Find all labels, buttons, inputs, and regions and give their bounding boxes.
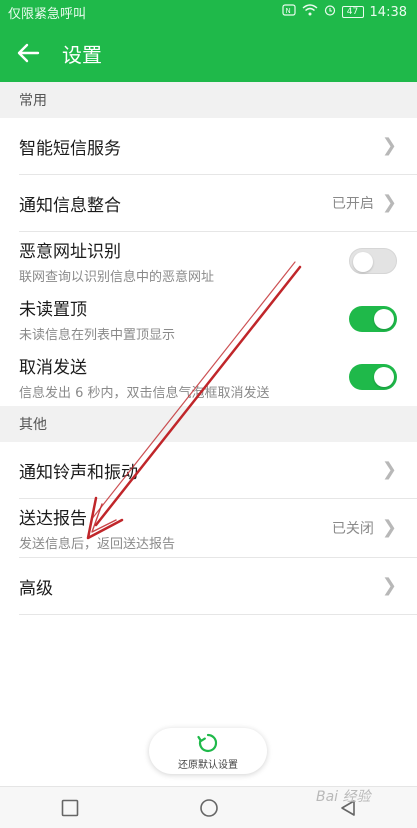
setting-label: 智能短信服务 (19, 138, 121, 159)
restore-defaults-button[interactable]: 还原默认设置 (149, 728, 267, 774)
malicious-url-toggle[interactable] (349, 248, 397, 274)
home-button[interactable] (189, 788, 229, 828)
circle-icon (199, 798, 218, 817)
setting-description: 发送信息后，返回送达报告 (19, 537, 176, 552)
setting-notification-merge[interactable]: 通知信息整合 已开启 ❯ (0, 175, 417, 231)
setting-label: 通知铃声和振动 (19, 462, 138, 483)
setting-malicious-url: 恶意网址识别 联网查询以识别信息中的恶意网址 (0, 232, 417, 290)
refresh-icon (197, 733, 218, 752)
chevron-right-icon: ❯ (381, 517, 397, 538)
chevron-right-icon: ❯ (381, 575, 397, 596)
chevron-right-icon: ❯ (381, 192, 397, 213)
back-nav-button[interactable] (328, 788, 368, 828)
setting-label: 未读置顶 (19, 300, 87, 320)
setting-label: 取消发送 (19, 358, 87, 378)
status-carrier-text: 仅限紧急呼叫 (8, 6, 87, 22)
status-right: N 47 14:38 (281, 4, 407, 20)
settings-list: 常用 智能短信服务 ❯ 通知信息整合 已开启 ❯ 恶意网址识别 联网查询以识别信… (0, 82, 417, 786)
section-header-common: 常用 (0, 82, 417, 118)
status-time: 14:38 (369, 4, 407, 20)
back-button[interactable] (0, 24, 56, 82)
setting-label: 高级 (19, 578, 53, 599)
setting-value: 已开启 (331, 196, 374, 212)
section-header-other: 其他 (0, 406, 417, 442)
arrow-left-icon (17, 43, 40, 63)
setting-value: 已关闭 (331, 521, 374, 537)
svg-text:N: N (285, 7, 290, 15)
setting-cancel-send: 取消发送 信息发出 6 秒内，双击信息气泡框取消发送 (0, 348, 417, 406)
setting-description: 联网查询以识别信息中的恶意网址 (19, 270, 215, 285)
setting-unread-top: 未读置顶 未读信息在列表中置顶显示 (0, 290, 417, 348)
setting-label: 通知信息整合 (19, 195, 121, 216)
alarm-icon (324, 4, 336, 20)
unread-top-toggle[interactable] (349, 306, 397, 332)
setting-smart-sms[interactable]: 智能短信服务 ❯ (0, 118, 417, 174)
setting-ringtone-vibration[interactable]: 通知铃声和振动 ❯ (0, 442, 417, 498)
setting-description: 未读信息在列表中置顶显示 (19, 328, 176, 343)
cancel-send-toggle[interactable] (349, 364, 397, 390)
square-icon (61, 799, 78, 816)
divider (19, 614, 417, 615)
setting-label: 送达报告 (19, 509, 87, 529)
page-title: 设置 (62, 42, 102, 67)
setting-label: 恶意网址识别 (19, 242, 121, 262)
battery-icon: 47 (341, 6, 364, 18)
system-nav-bar (0, 786, 417, 828)
back-triangle-icon (340, 799, 355, 816)
chevron-right-icon: ❯ (381, 459, 397, 480)
app-bar: 设置 (0, 24, 417, 82)
setting-advanced[interactable]: 高级 ❯ (0, 558, 417, 614)
restore-defaults-label: 还原默认设置 (178, 759, 238, 771)
recent-apps-button[interactable] (50, 788, 90, 828)
setting-description: 信息发出 6 秒内，双击信息气泡框取消发送 (19, 386, 270, 401)
chevron-right-icon: ❯ (381, 135, 397, 156)
wifi-icon (302, 4, 318, 20)
nfc-icon: N (281, 4, 296, 20)
setting-delivery-report[interactable]: 送达报告 发送信息后，返回送达报告 已关闭 ❯ (0, 499, 417, 557)
status-bar: 仅限紧急呼叫 N 47 14:38 (0, 0, 417, 24)
